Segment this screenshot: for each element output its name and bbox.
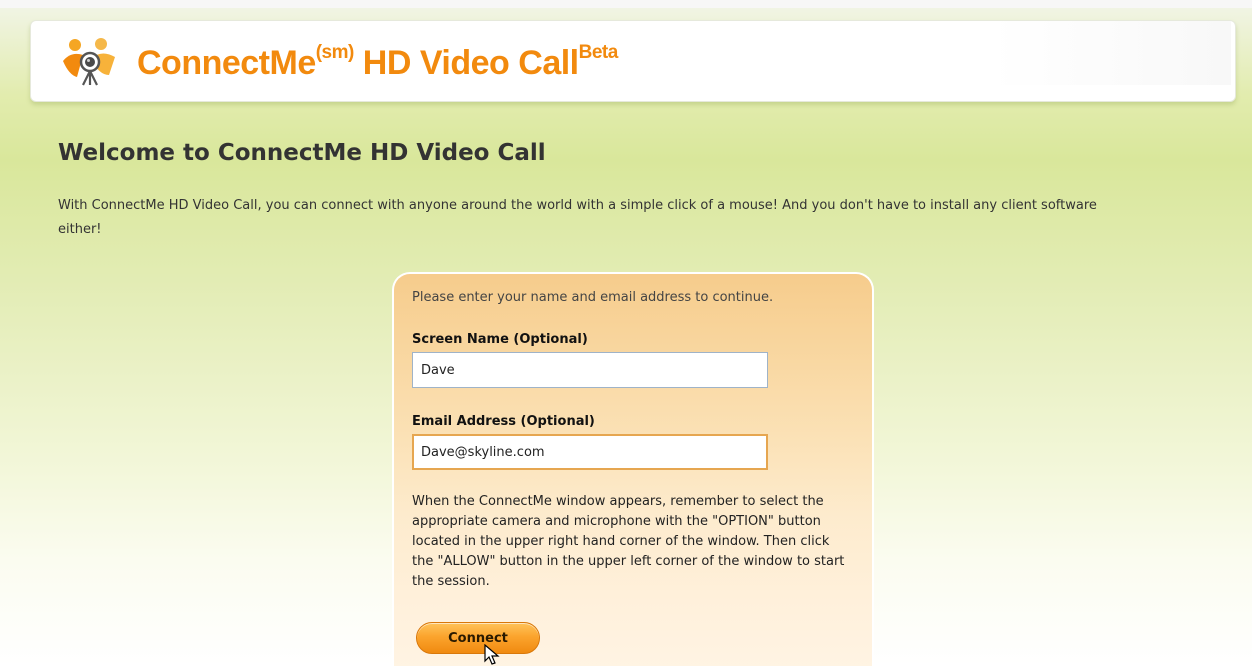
form-prompt: Please enter your name and email address… (412, 290, 774, 305)
screen-name-input[interactable] (412, 352, 768, 388)
email-label: Email Address (Optional) (412, 414, 595, 429)
site-header: ConnectMe(sm) HD Video CallBeta (30, 20, 1236, 102)
intro-text: With ConnectMe HD Video Call, you can co… (58, 198, 1097, 237)
screen-name-label: Screen Name (Optional) (412, 332, 588, 347)
top-strip (0, 0, 1252, 8)
login-panel: Please enter your name and email address… (392, 272, 874, 666)
beta-label: Beta (578, 41, 619, 63)
mouse-pointer-icon (484, 644, 500, 665)
page-title: Welcome to ConnectMe HD Video Call (58, 140, 546, 166)
connect-button[interactable]: Connect (416, 622, 540, 654)
brand-product: HD Video Call (353, 44, 579, 82)
service-mark: (sm) (315, 41, 355, 63)
brand-name: ConnectMe (137, 44, 316, 82)
email-input[interactable] (412, 434, 768, 470)
header-shade (991, 21, 1231, 85)
brand-title: ConnectMe(sm) HD Video CallBeta (137, 43, 618, 83)
people-webcam-logo-icon (63, 38, 115, 86)
instructions-text: When the ConnectMe window appears, remem… (412, 494, 845, 589)
